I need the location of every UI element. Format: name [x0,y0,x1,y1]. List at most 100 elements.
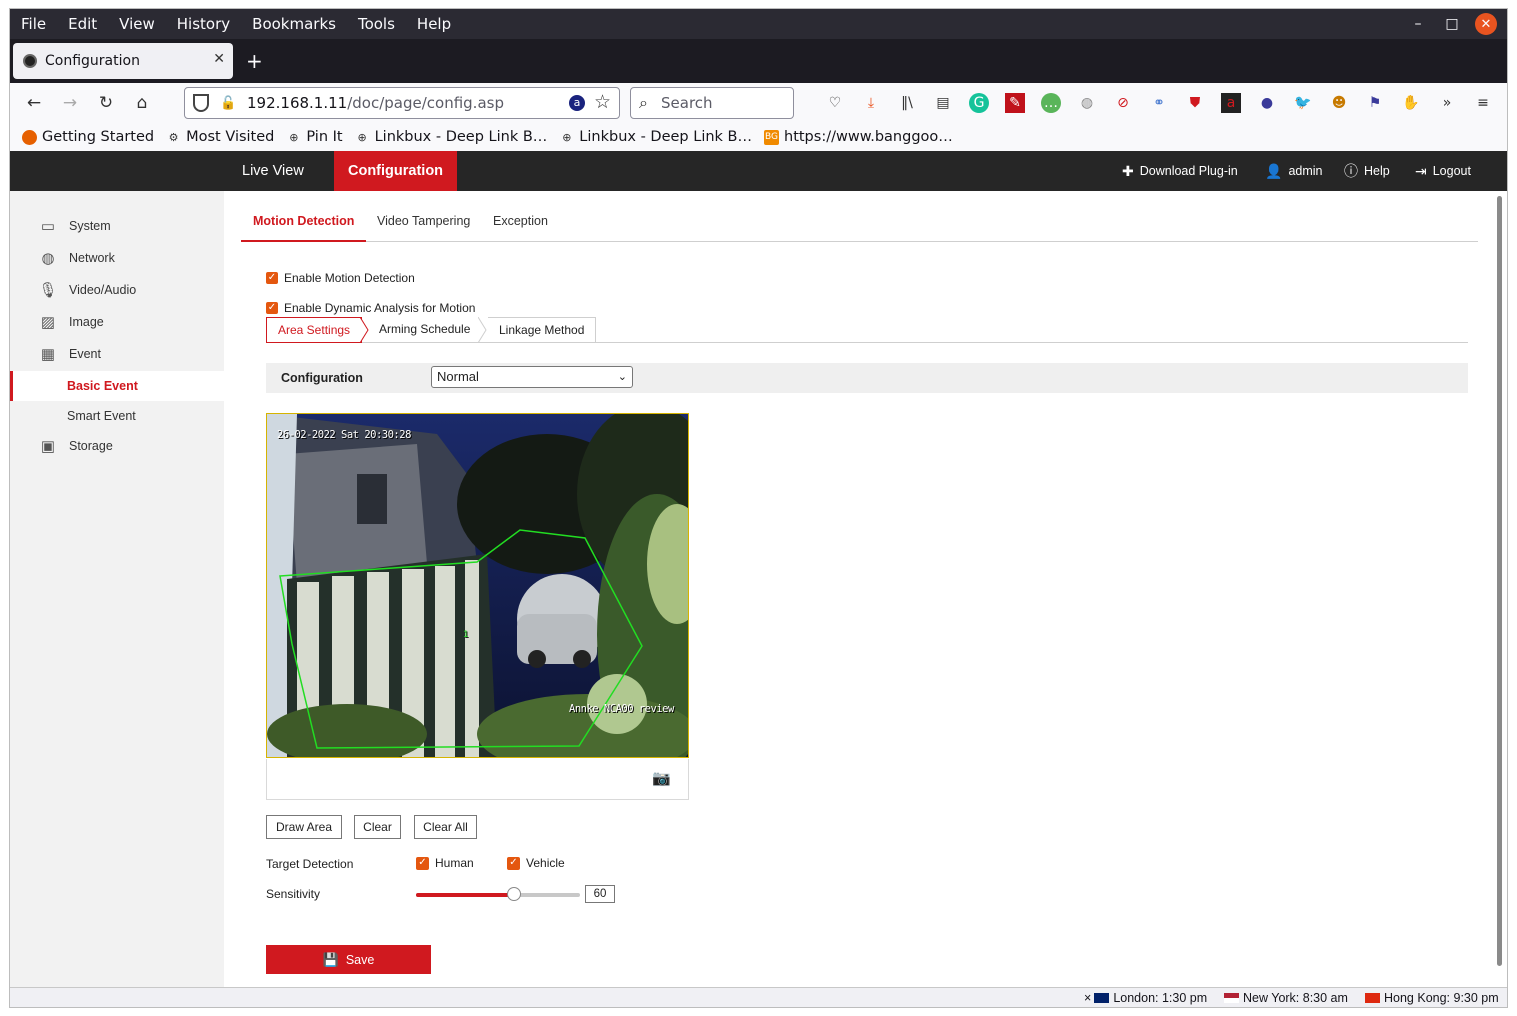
amazon-assistant-icon[interactable]: a [569,95,585,111]
monkey-extension-icon[interactable]: ☻ [1329,93,1349,113]
gnome-extension-icon[interactable]: ✋ [1401,93,1421,113]
select-value: Normal [437,369,479,384]
download-label: Download Plug-in [1139,164,1238,178]
library-icon[interactable]: ‖\ [897,93,917,113]
slider-handle[interactable] [507,887,522,901]
camera-capture-icon[interactable]: 📷 [652,769,671,787]
tracking-shield-icon[interactable] [193,94,209,112]
video-preview[interactable]: 26-02-2022 Sat 20:30:28 Annke NCA00 revi… [266,413,689,758]
downloads-icon[interactable]: ⤓ [861,93,881,113]
bookmark-pin-it[interactable]: ⊕ Pin It [286,129,342,145]
chat-extension-icon[interactable]: … [1041,93,1061,113]
home-icon[interactable]: ⌂ [132,93,152,113]
bookmark-banggood[interactable]: BG https://www.banggoo… [764,129,953,145]
sidebar-item-storage[interactable]: ▣ Storage [10,431,224,461]
close-clocks-button[interactable]: × [1084,991,1091,1005]
subtab-area-settings[interactable]: Area Settings [266,317,363,343]
save-button[interactable]: 💾 Save [266,945,431,974]
configuration-select[interactable]: Normal ⌄ [431,366,633,388]
floppy-disk-icon: 💾 [322,951,339,967]
close-window-button[interactable]: ✕ [1475,13,1497,35]
menu-edit[interactable]: Edit [57,9,108,39]
nav-configuration[interactable]: Configuration [334,151,458,191]
sidebar-item-smart-event[interactable]: Smart Event [10,401,224,431]
sidebar-item-video-audio[interactable]: 🎙 Video/Audio [10,275,224,305]
enable-dynamic-analysis-checkbox[interactable]: ✓ Enable Dynamic Analysis for Motion [266,301,475,315]
subtab-linkage-method[interactable]: Linkage Method [488,317,597,343]
block-extension-icon[interactable]: ⊘ [1113,93,1133,113]
menu-bookmarks[interactable]: Bookmarks [241,9,347,39]
bookmark-linkbux-2[interactable]: ⊕ Linkbux - Deep Link B… [559,129,752,145]
forward-icon[interactable]: → [60,93,80,113]
hamburger-menu-icon[interactable]: ≡ [1473,93,1493,113]
dark-extension-icon[interactable]: a [1221,93,1241,113]
tab-motion-detection[interactable]: Motion Detection [241,203,367,242]
page-scrollbar[interactable] [1497,196,1502,966]
tab-video-tampering[interactable]: Video Tampering [377,203,470,242]
help-link[interactable]: ⓘ Help [1344,151,1390,191]
human-checkbox[interactable]: ✓ Human [416,856,474,870]
draw-area-button[interactable]: Draw Area [266,815,342,839]
grammarly-icon[interactable]: G [969,93,989,113]
chevron-down-icon: ⌄ [617,371,627,383]
sidebar-item-basic-event[interactable]: Basic Event [10,371,224,401]
clear-button[interactable]: Clear [354,815,401,839]
menu-bar: File Edit View History Bookmarks Tools H… [10,9,1507,39]
menu-view[interactable]: View [108,9,166,39]
overflow-menu-icon[interactable]: » [1437,93,1457,113]
globe-extension-icon[interactable]: ◍ [1077,93,1097,113]
menu-tools[interactable]: Tools [347,9,406,39]
logout-link[interactable]: ⇥ Logout [1415,151,1471,191]
nav-live-view[interactable]: Live View [228,151,318,191]
sensitivity-slider[interactable] [416,887,580,901]
sidebar-item-network[interactable]: ◍ Network [10,243,224,273]
bookmark-label: Most Visited [186,129,275,145]
sidebar-item-event[interactable]: ▦ Event [10,339,224,369]
sidebar-label: Storage [69,439,113,453]
clear-all-button[interactable]: Clear All [414,815,477,839]
bookmark-label: Linkbux - Deep Link B… [374,129,548,145]
image-icon: ▨ [40,314,56,331]
search-placeholder: Search [661,94,713,112]
back-icon[interactable]: ← [24,93,44,113]
bookmark-most-visited[interactable]: ⚙ Most Visited [166,129,275,145]
insecure-lock-icon[interactable]: 🔓 [220,96,236,111]
bookmark-getting-started[interactable]: Getting Started [22,129,154,145]
close-tab-icon[interactable]: ✕ [213,51,225,67]
flag-extension-icon[interactable]: ⚑ [1365,93,1385,113]
enable-motion-detection-checkbox[interactable]: ✓ Enable Motion Detection [266,271,415,285]
browser-tab[interactable]: Configuration ✕ [13,43,233,79]
reload-icon[interactable]: ↻ [96,93,116,113]
sidebar-item-image[interactable]: ▨ Image [10,307,224,337]
checkmark-icon: ✓ [507,856,520,870]
earth-extension-icon[interactable]: ● [1257,93,1277,113]
url-bar[interactable]: 🔓 192.168.1.11/doc/page/config.asp a ☆ [184,87,620,119]
sidebar-icon[interactable]: ▤ [933,93,953,113]
maximize-button[interactable]: □ [1441,13,1463,35]
menu-help[interactable]: Help [406,9,462,39]
sidebar-label: System [69,219,111,233]
search-input[interactable]: ⌕ Search [630,87,794,119]
menu-history[interactable]: History [166,9,241,39]
firefox-icon [22,129,37,145]
bookmark-star-icon[interactable]: ☆ [594,91,611,113]
slider-fill [416,893,515,897]
sensitivity-value-input[interactable]: 60 [585,885,615,903]
user-link[interactable]: 👤 admin [1265,151,1322,191]
vehicle-checkbox[interactable]: ✓ Vehicle [507,856,565,870]
pocket-icon[interactable]: ♡ [825,93,845,113]
sidebar-item-system[interactable]: ▭ System [10,211,224,241]
pin-extension-icon[interactable]: ✎ [1005,93,1025,113]
video-timestamp: 26-02-2022 Sat 20:30:28 [277,429,411,441]
twitter-icon[interactable]: 🐦 [1293,93,1313,113]
tab-exception[interactable]: Exception [493,203,548,242]
minimize-button[interactable]: – [1407,13,1429,35]
motion-area-number: 1 [463,630,468,640]
menu-file[interactable]: File [10,9,57,39]
new-tab-button[interactable]: + [246,51,263,71]
subtab-arming-schedule[interactable]: Arming Schedule [368,317,481,343]
shield-extension-icon[interactable]: ⛊ [1185,93,1205,113]
download-plugin-link[interactable]: ✚ Download Plug-in [1122,151,1238,191]
link-extension-icon[interactable]: ⚭ [1149,93,1169,113]
bookmark-linkbux-1[interactable]: ⊕ Linkbux - Deep Link B… [355,129,548,145]
